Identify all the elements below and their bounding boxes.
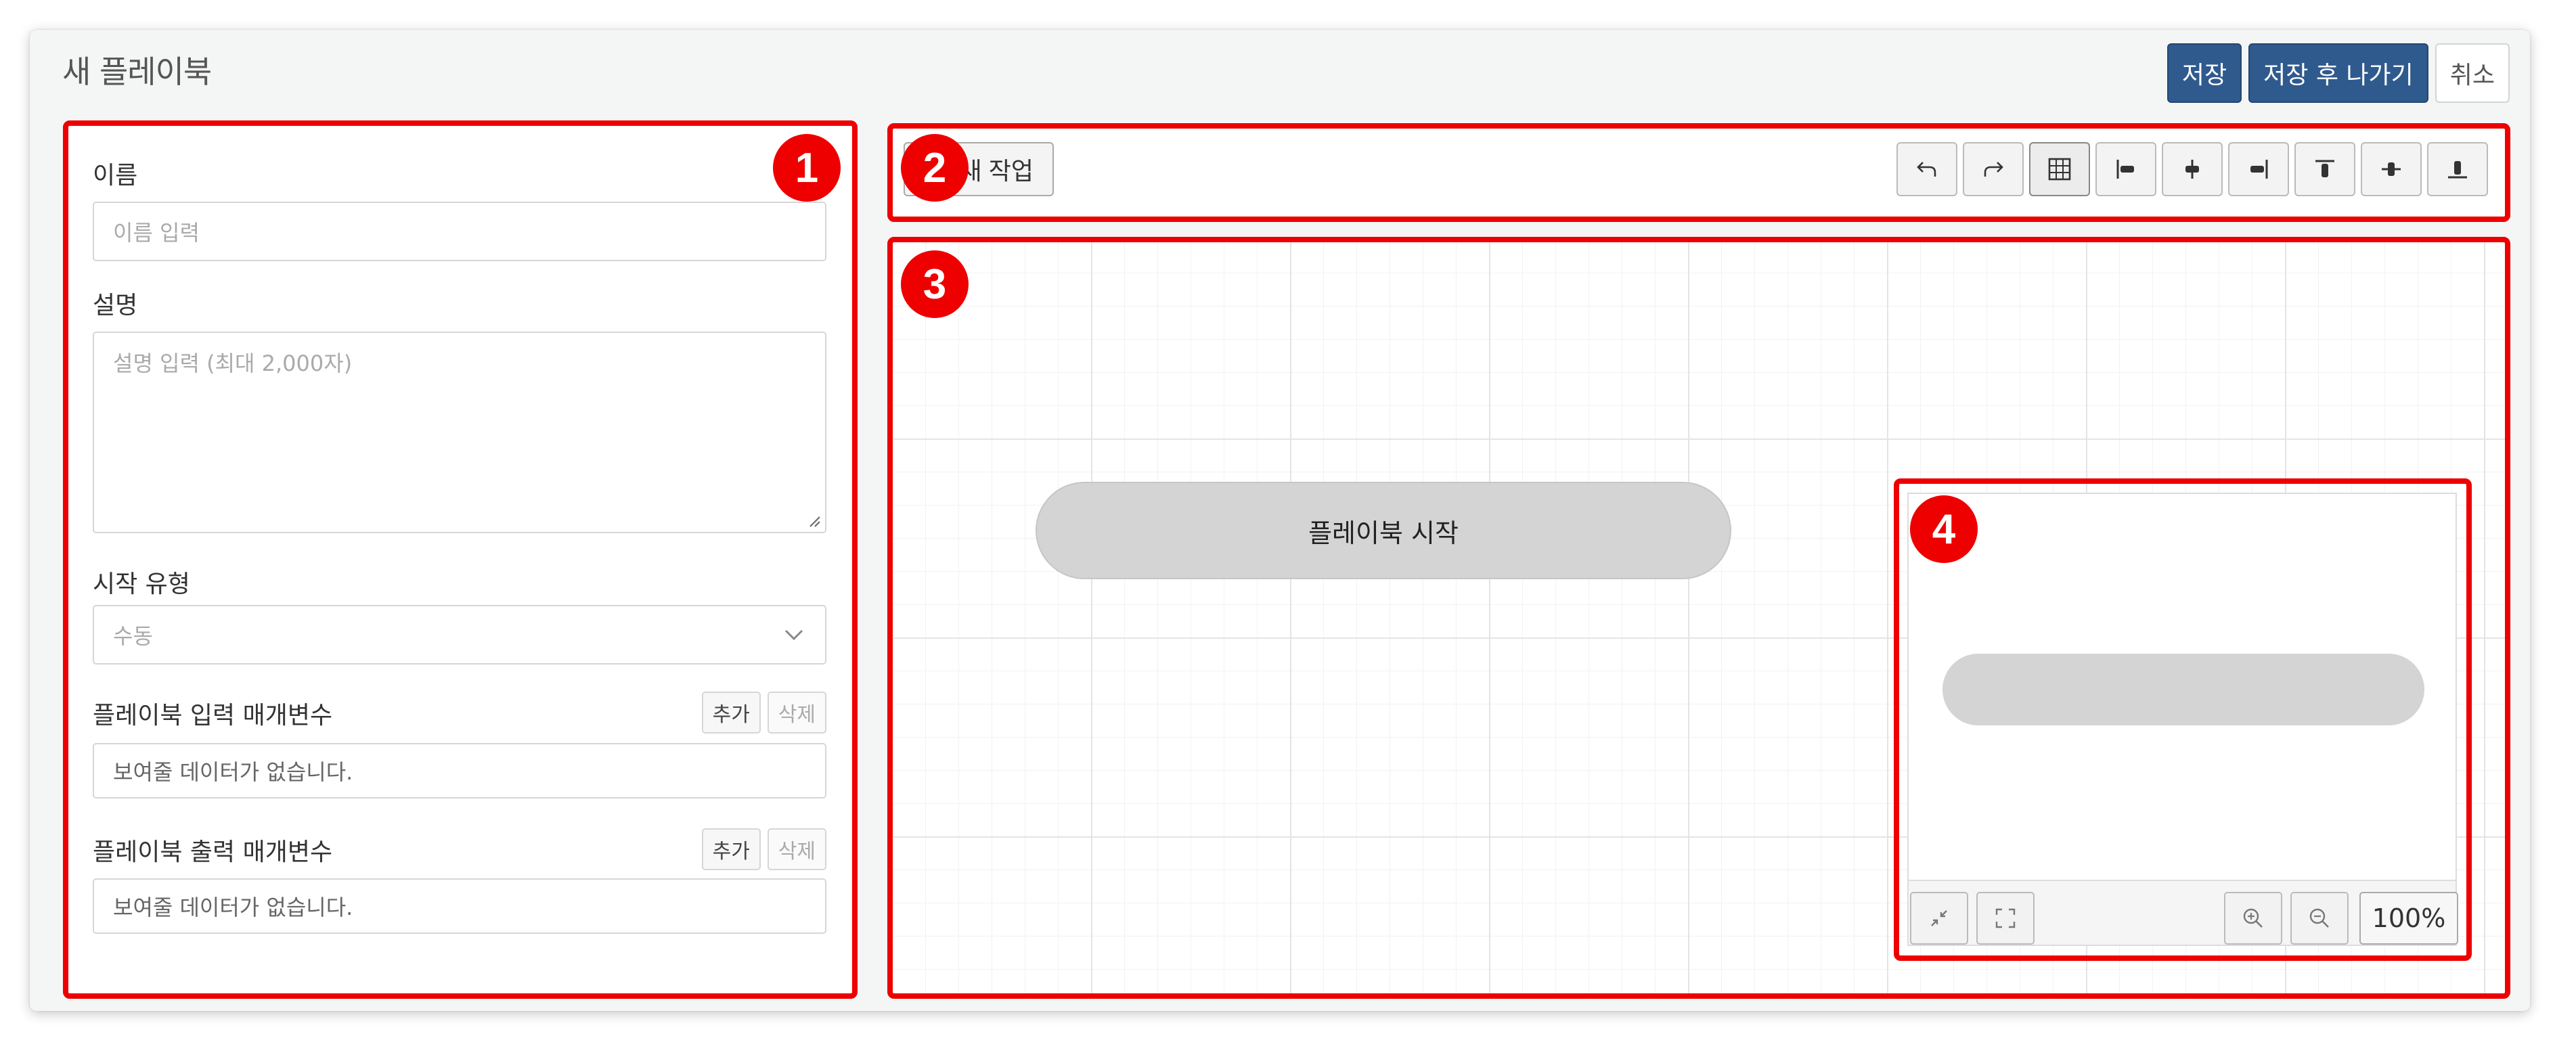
callout-badge-2: 2 — [901, 134, 969, 202]
save-and-exit-button[interactable]: 저장 후 나가기 — [2248, 43, 2428, 103]
top-actions: 저장 저장 후 나가기 취소 — [2167, 43, 2510, 103]
cancel-button[interactable]: 취소 — [2435, 43, 2510, 103]
callout-frame-1 — [63, 120, 858, 999]
callout-badge-4: 4 — [1910, 495, 1978, 563]
page-title: 새 플레이북 — [62, 53, 212, 90]
callout-frame-4 — [1894, 478, 2472, 961]
callout-badge-1: 1 — [773, 134, 841, 202]
callout-badge-3: 3 — [901, 250, 969, 318]
save-button[interactable]: 저장 — [2167, 43, 2242, 103]
callout-frame-2 — [887, 123, 2510, 222]
